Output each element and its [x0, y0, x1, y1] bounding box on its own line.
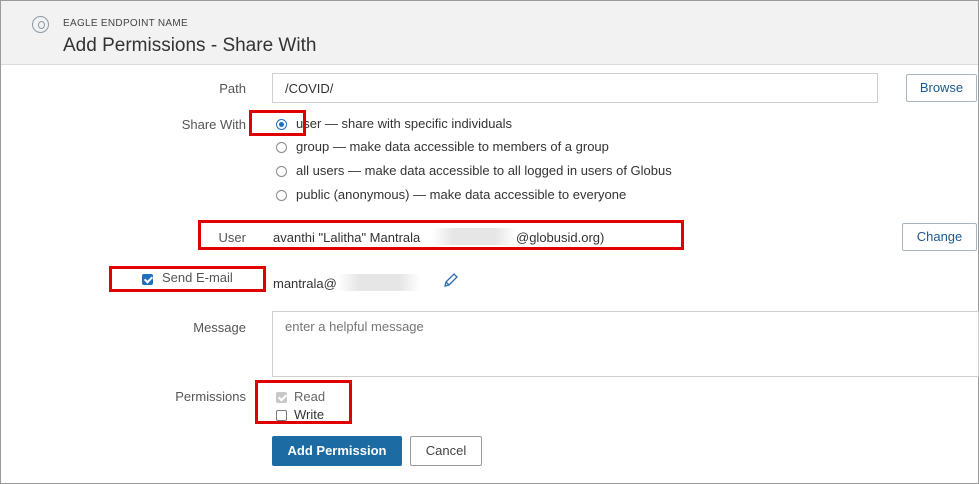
option-all-users-label: all users — make data accessible to all … — [296, 163, 672, 178]
cancel-button[interactable]: Cancel — [410, 436, 482, 466]
browse-button[interactable]: Browse — [906, 74, 977, 102]
radio-all-users[interactable] — [276, 166, 287, 177]
radio-public[interactable] — [276, 190, 287, 201]
permissions-label: Permissions — [175, 389, 246, 404]
pencil-icon[interactable] — [443, 272, 459, 288]
option-public-label: public (anonymous) — make data accessibl… — [296, 187, 627, 202]
email-address: mantrala@ — [273, 276, 337, 291]
change-user-button[interactable]: Change — [902, 223, 977, 251]
option-user-label: user — share with specific individuals — [296, 116, 513, 131]
path-input[interactable]: /COVID/ — [272, 73, 878, 103]
highlight-user-radio — [249, 110, 306, 136]
dialog-header: EAGLE ENDPOINT NAME Add Permissions - Sh… — [1, 1, 978, 65]
add-permission-button[interactable]: Add Permission — [272, 436, 402, 466]
highlight-send-email — [109, 266, 266, 292]
highlight-permissions — [255, 380, 352, 424]
endpoint-name: EAGLE ENDPOINT NAME — [63, 18, 188, 29]
share-with-label: Share With — [181, 117, 246, 132]
path-label: Path — [219, 81, 246, 96]
message-label: Message — [193, 320, 246, 335]
message-textarea[interactable] — [272, 311, 979, 377]
highlight-user-row — [198, 220, 684, 250]
endpoint-icon — [32, 16, 49, 33]
redacted-email — [338, 274, 420, 291]
option-group-label: group — make data accessible to members … — [296, 139, 609, 154]
radio-group[interactable] — [276, 142, 287, 153]
page-title: Add Permissions - Share With — [63, 35, 317, 56]
